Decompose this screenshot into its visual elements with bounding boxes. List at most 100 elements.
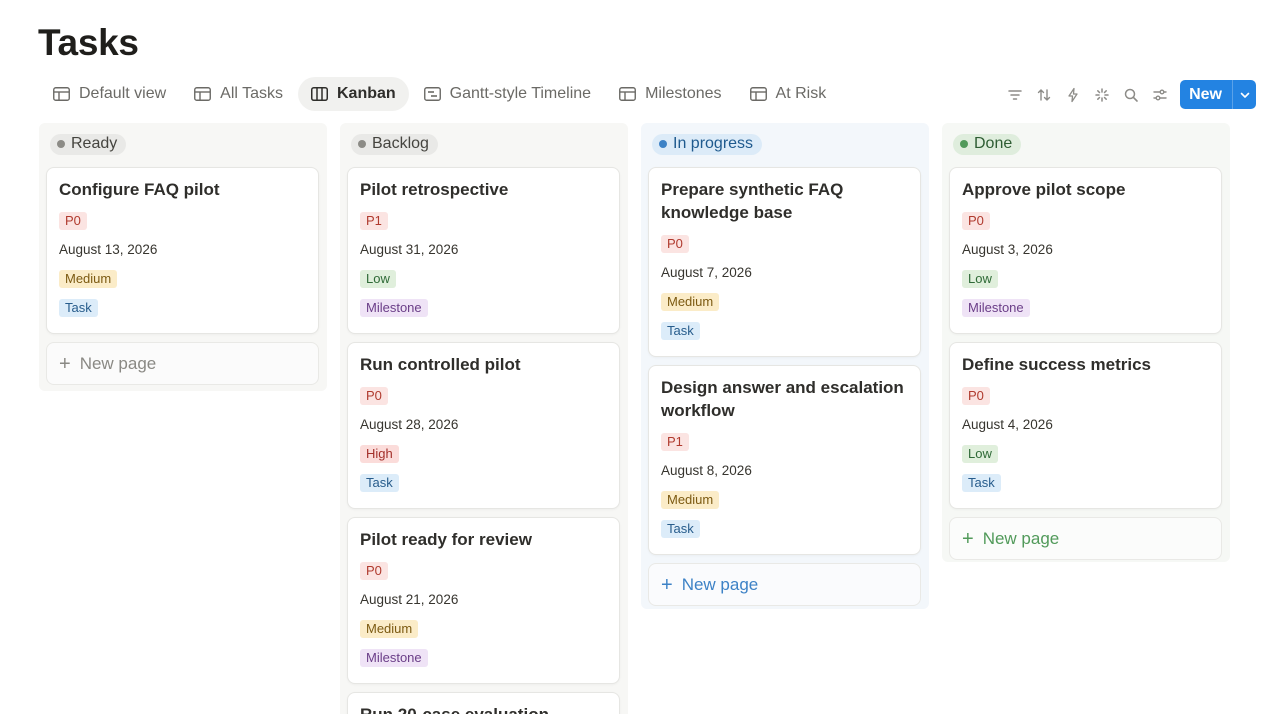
effort-tag: High [360, 444, 399, 463]
card-title: Run controlled pilot [360, 355, 521, 374]
tab-at-risk[interactable]: At Risk [737, 77, 840, 111]
status-label: Ready [71, 135, 118, 152]
priority-tag: P1 [661, 432, 689, 451]
due-date: August 21, 2026 [360, 592, 459, 607]
column-header: Done [953, 133, 1222, 155]
new-button[interactable]: New [1180, 80, 1232, 109]
plus-icon: + [59, 352, 71, 375]
card-title: Configure FAQ pilot [59, 180, 220, 199]
status-badge[interactable]: In progress [652, 133, 763, 155]
effort-tag: Medium [59, 269, 118, 288]
card-title: Pilot ready for review [360, 530, 532, 549]
card-title: Prepare synthetic FAQ knowledge base [661, 180, 844, 222]
page-title: Tasks [38, 22, 139, 63]
task-card[interactable]: Define success metrics P0 August 4, 2026… [949, 342, 1222, 509]
tab-milestones[interactable]: Milestones [606, 77, 734, 111]
type-tag: Task [661, 519, 700, 538]
column-header: In progress [652, 133, 921, 155]
board-column-ready: Ready Configure FAQ pilot P0 August 13, … [39, 123, 327, 391]
ai-sparkle-icon[interactable] [1087, 80, 1116, 109]
status-dot [960, 140, 968, 148]
plus-icon: + [661, 573, 673, 596]
column-header: Ready [50, 133, 319, 155]
tab-all-tasks[interactable]: All Tasks [181, 77, 296, 111]
settings-sliders-icon[interactable] [1145, 80, 1174, 109]
table-icon [749, 87, 767, 101]
status-dot [659, 140, 667, 148]
search-icon[interactable] [1116, 80, 1145, 109]
priority-tag: P0 [962, 211, 990, 230]
table-icon [53, 87, 70, 101]
effort-tag: Medium [661, 490, 720, 509]
new-button-group: New [1180, 80, 1256, 109]
card-title: Pilot retrospective [360, 180, 509, 199]
status-badge[interactable]: Ready [50, 133, 127, 155]
new-page-label: New page [681, 574, 759, 594]
tab-label: All Tasks [220, 85, 283, 102]
priority-tag: P0 [360, 386, 388, 405]
tab-kanban[interactable]: Kanban [298, 77, 409, 111]
task-card[interactable]: Configure FAQ pilot P0 August 13, 2026 M… [46, 167, 319, 334]
priority-tag: P0 [962, 386, 990, 405]
task-card[interactable]: Pilot ready for review P0 August 21, 202… [347, 517, 620, 684]
type-tag: Milestone [360, 298, 428, 317]
card-title: Run 20-case evaluation [360, 703, 607, 714]
status-label: Backlog [372, 135, 429, 152]
due-date: August 3, 2026 [962, 242, 1053, 257]
effort-tag: Medium [661, 292, 720, 311]
type-tag: Milestone [962, 298, 1030, 317]
plus-icon: + [962, 527, 974, 550]
priority-tag: P0 [360, 561, 388, 580]
timeline-icon [423, 87, 441, 101]
sort-icon[interactable] [1029, 80, 1058, 109]
status-dot [57, 140, 65, 148]
new-page-button[interactable]: + New page [46, 342, 319, 385]
task-card[interactable]: Approve pilot scope P0 August 3, 2026 Lo… [949, 167, 1222, 334]
priority-tag: P0 [59, 211, 87, 230]
status-badge[interactable]: Backlog [351, 133, 438, 155]
type-tag: Task [59, 298, 98, 317]
due-date: August 31, 2026 [360, 242, 459, 257]
filter-icon[interactable] [1000, 80, 1029, 109]
task-card[interactable]: Run 20-case evaluation [347, 692, 620, 714]
task-card[interactable]: Prepare synthetic FAQ knowledge base P0 … [648, 167, 921, 357]
automation-icon[interactable] [1058, 80, 1087, 109]
new-page-label: New page [79, 353, 157, 373]
chevron-down-icon[interactable] [1232, 80, 1256, 109]
effort-tag: Low [360, 269, 396, 288]
effort-tag: Medium [360, 619, 419, 638]
task-card[interactable]: Design answer and escalation workflow P1… [648, 365, 921, 555]
due-date: August 4, 2026 [962, 417, 1053, 432]
status-label: Done [974, 135, 1013, 152]
due-date: August 28, 2026 [360, 417, 459, 432]
type-tag: Task [962, 473, 1001, 492]
view-toolbar: New [1000, 80, 1256, 109]
priority-tag: P0 [661, 234, 689, 253]
board-column-done: Done Approve pilot scope P0 August 3, 20… [942, 123, 1230, 562]
board-column-in-progress: In progress Prepare synthetic FAQ knowle… [641, 123, 929, 609]
new-page-button[interactable]: + New page [648, 563, 921, 606]
board-icon [311, 87, 328, 101]
status-badge[interactable]: Done [953, 133, 1022, 155]
new-page-label: New page [982, 528, 1060, 548]
board-column-backlog: Backlog Pilot retrospective P1 August 31… [340, 123, 628, 714]
tab-label: Gantt-style Timeline [449, 85, 592, 102]
tab-gantt-timeline[interactable]: Gantt-style Timeline [411, 77, 604, 111]
effort-tag: Low [962, 269, 998, 288]
tab-default-view[interactable]: Default view [40, 77, 179, 111]
card-title: Design answer and escalation workflow [661, 378, 904, 420]
view-tabs: Default view All Tasks Kanban Gantt-styl… [40, 77, 841, 111]
type-tag: Milestone [360, 648, 428, 667]
type-tag: Task [661, 321, 700, 340]
table-icon [194, 87, 212, 101]
tab-label: Kanban [337, 85, 396, 102]
table-icon [619, 87, 637, 101]
card-title: Approve pilot scope [962, 180, 1126, 199]
status-dot [358, 140, 366, 148]
tab-label: Milestones [645, 85, 722, 102]
type-tag: Task [360, 473, 399, 492]
task-card[interactable]: Run controlled pilot P0 August 28, 2026 … [347, 342, 620, 509]
card-title: Define success metrics [962, 355, 1151, 374]
new-page-button[interactable]: + New page [949, 517, 1222, 560]
task-card[interactable]: Pilot retrospective P1 August 31, 2026 L… [347, 167, 620, 334]
